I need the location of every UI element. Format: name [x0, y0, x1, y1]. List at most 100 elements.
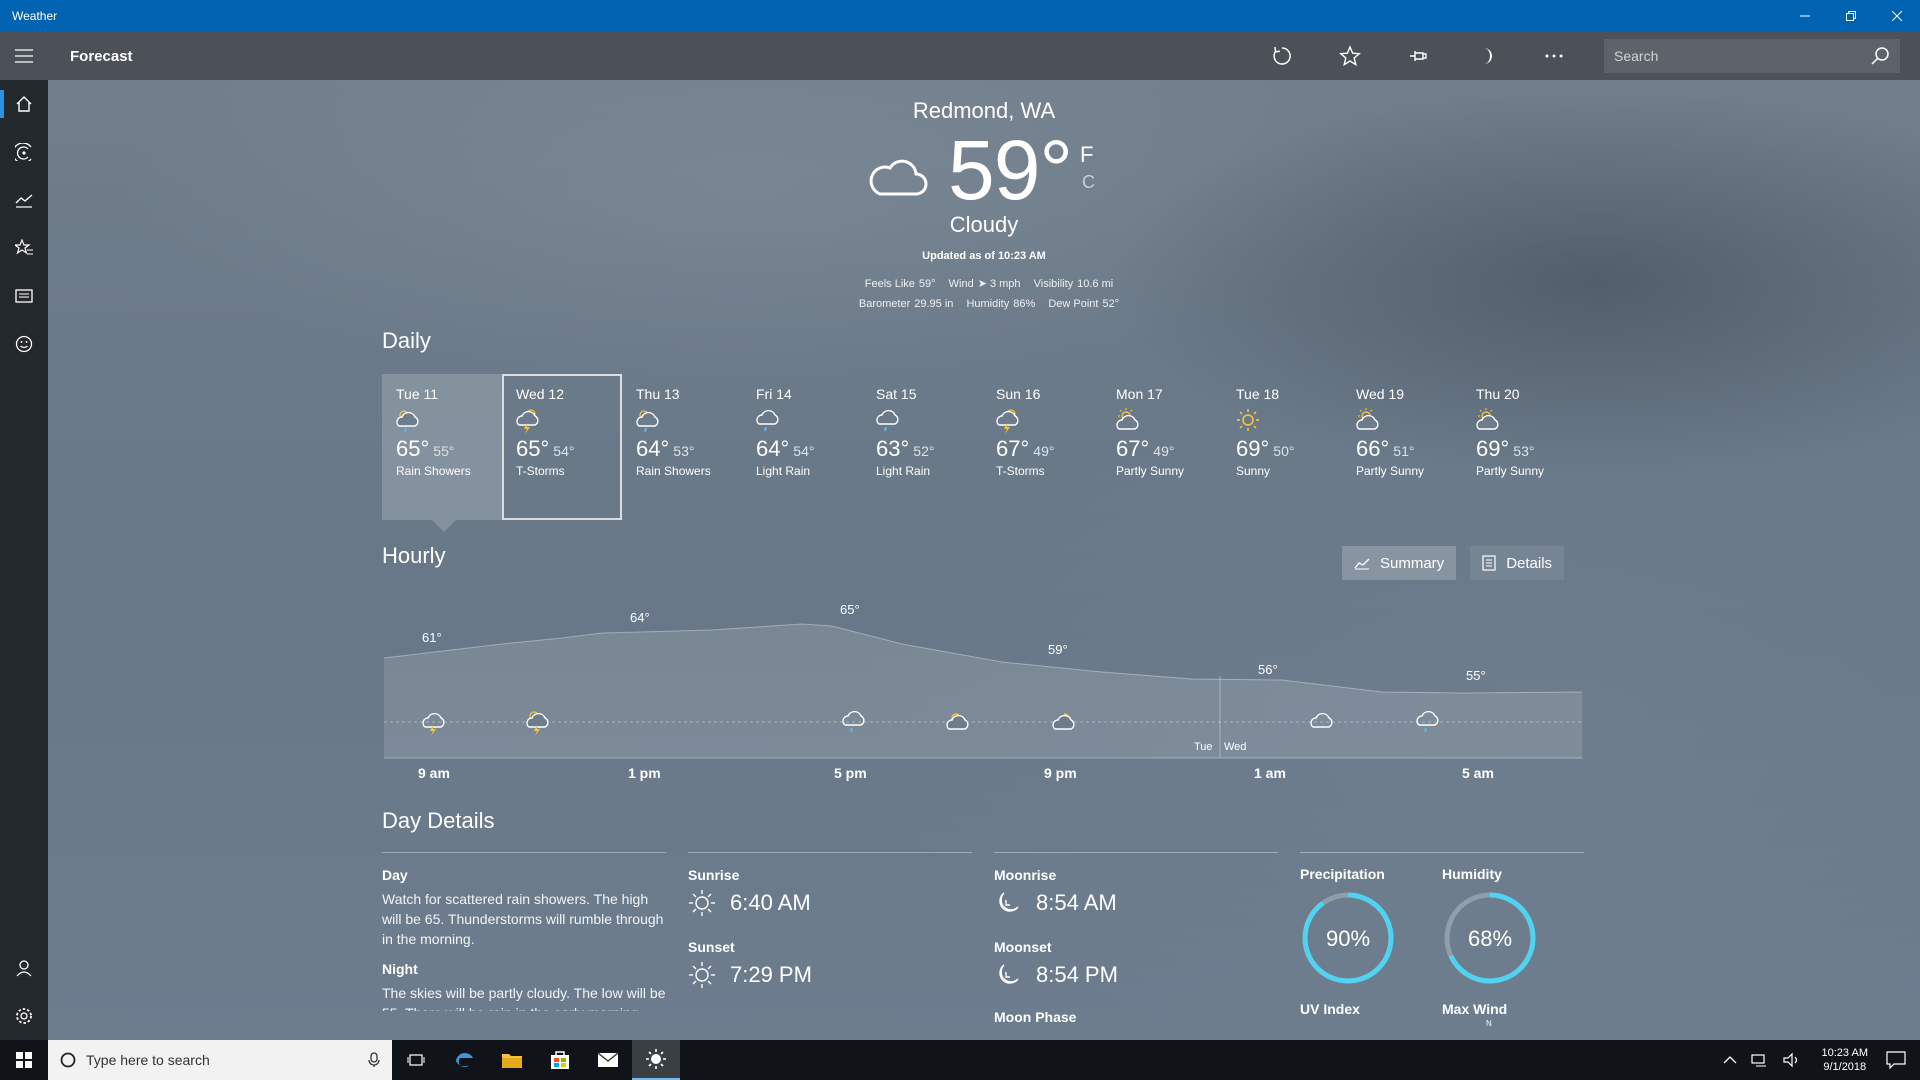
search-box[interactable]: [1604, 39, 1900, 73]
windows-logo-icon: [16, 1052, 32, 1068]
day-card-condition: T-Storms: [996, 464, 1045, 478]
day-card-condition: Sunny: [1236, 464, 1271, 478]
sun-icon: [646, 1049, 666, 1069]
moonrise-icon: [999, 892, 1019, 912]
day-card[interactable]: Sun 16 67° 49° T-Storms: [982, 374, 1102, 520]
unit-fahrenheit[interactable]: F: [1080, 142, 1093, 168]
precipitation-gauge: Precipitation 90% UV Index: [1300, 866, 1440, 1025]
uv-index-label: UV Index: [1300, 1001, 1360, 1017]
night-label: Night: [382, 961, 418, 977]
day-card[interactable]: Mon 17 67° 49° Partly Sunny: [1102, 374, 1222, 520]
day-card-high: 64°: [636, 436, 670, 461]
humidity-value: 86%: [1013, 298, 1036, 310]
current-stats-row-1: Feels Like 59° Wind ➤ 3 mph Visibility 10.6…: [24, 277, 1920, 290]
task-view-button[interactable]: [392, 1040, 440, 1080]
mail-taskbar-button[interactable]: [584, 1040, 632, 1080]
day-card-low: 53°: [673, 443, 695, 459]
rain-showers-icon: [396, 410, 419, 433]
day-card-low: 49°: [1153, 443, 1175, 459]
day-card-name: Wed 12: [516, 386, 564, 402]
moon-phase-label: Moon Phase: [994, 1009, 1077, 1025]
refresh-button[interactable]: [1248, 32, 1316, 80]
unit-celsius[interactable]: C: [1082, 172, 1095, 193]
microphone-icon[interactable]: [368, 1052, 380, 1068]
day-card-high: 64°: [756, 436, 790, 461]
day-card[interactable]: Sat 15 63° 52° Light Rain: [862, 374, 982, 520]
details-tab-label: Details: [1506, 554, 1553, 572]
volume-icon[interactable]: [1782, 1052, 1802, 1068]
day-card[interactable]: Wed 12 65° 54° T-Storms: [502, 374, 622, 520]
day-card-high: 66°: [1356, 436, 1390, 461]
dew-point-value: 52°: [1102, 298, 1120, 310]
refresh-icon: [1273, 46, 1291, 65]
day-card[interactable]: Fri 14 64° 54° Light Rain: [742, 374, 862, 520]
day-card[interactable]: Wed 19 66° 51° Partly Sunny: [1342, 374, 1462, 520]
taskbar-search-box[interactable]: Type here to search: [48, 1040, 392, 1080]
day-card-low: 54°: [793, 443, 815, 459]
wind-value: ➤ 3 mph: [977, 278, 1021, 290]
clock-date: 9/1/2018: [1823, 1061, 1867, 1073]
day-card[interactable]: Tue 11 65° 55° Rain Showers: [382, 374, 502, 532]
search-icon[interactable]: [1870, 46, 1890, 66]
file-explorer-taskbar-button[interactable]: [488, 1040, 536, 1080]
day-card-low: 53°: [1513, 443, 1535, 459]
day-card-temps: 69° 50°: [1236, 436, 1328, 462]
nav-feedback[interactable]: [0, 320, 48, 368]
sunset-icon: [689, 962, 715, 988]
day-card-temps: 69° 53°: [1476, 436, 1568, 462]
day-card[interactable]: Tue 18 69° 50° Sunny: [1222, 374, 1342, 520]
nav-settings[interactable]: [0, 992, 48, 1040]
hourly-temp-label: 64°: [630, 610, 650, 625]
close-button[interactable]: [1874, 0, 1920, 32]
nav-account[interactable]: [0, 944, 48, 992]
details-tab[interactable]: Details: [1470, 546, 1565, 580]
dew-point-label: Dew Point: [1048, 298, 1099, 310]
minimize-button[interactable]: [1782, 0, 1828, 32]
taskbar-clock[interactable]: 10:23 AM 9/1/2018: [1822, 1046, 1868, 1074]
radar-icon: [15, 143, 32, 161]
nav-home[interactable]: [0, 80, 48, 128]
chevron-up-icon[interactable]: [1722, 1054, 1738, 1066]
precipitation-label: Precipitation: [1300, 866, 1385, 882]
start-button[interactable]: [0, 1040, 48, 1080]
t-storms-icon: [516, 409, 539, 434]
favorite-button[interactable]: [1316, 32, 1384, 80]
day-card-high: 63°: [876, 436, 910, 461]
daily-forecast-strip: Tue 11 65° 55° Rain Showers Wed 12 65° 54° T-St…: [382, 374, 1582, 532]
day-card-condition: Light Rain: [876, 464, 931, 478]
summary-tab[interactable]: Summary: [1342, 546, 1457, 580]
day-card-name: Tue 18: [1236, 386, 1280, 402]
weather-taskbar-button[interactable]: [632, 1040, 680, 1080]
hourly-time-label: 9 am: [418, 765, 450, 781]
night-text: The skies will be partly cloudy. The low…: [382, 985, 666, 1011]
moonset-time: 8:54 PM: [1036, 962, 1118, 987]
day-card-name: Sat 15: [876, 386, 917, 402]
day-card[interactable]: Thu 13 64° 53° Rain Showers: [622, 374, 742, 520]
max-wind-label: Max Wind: [1442, 1001, 1508, 1017]
theme-button[interactable]: [1452, 32, 1520, 80]
pin-button[interactable]: [1384, 32, 1452, 80]
feels-like-value: 59°: [918, 278, 936, 290]
day-night-summary: Day Watch for scattered rain showers. Th…: [382, 852, 666, 1011]
list-icon: [1482, 555, 1496, 571]
network-icon[interactable]: [1750, 1052, 1770, 1068]
moonrise-row: 8:54 AM: [994, 889, 1278, 917]
partly-sunny-icon: [1116, 408, 1139, 430]
humidity-gauge-label: Humidity: [1442, 866, 1502, 882]
mail-icon: [597, 1052, 619, 1067]
day-card[interactable]: Thu 20 69° 53° Partly Sunny: [1462, 374, 1582, 520]
hamburger-menu-button[interactable]: [0, 32, 48, 80]
day-card-temps: 65° 54°: [516, 436, 608, 462]
more-options-button[interactable]: [1520, 32, 1588, 80]
day-card-low: 51°: [1393, 443, 1415, 459]
edge-taskbar-button[interactable]: [440, 1040, 488, 1080]
gear-icon: [16, 1008, 32, 1024]
day-card-condition: Partly Sunny: [1356, 464, 1425, 478]
nav-maps[interactable]: [0, 128, 48, 176]
hourly-time-label: 5 am: [1462, 765, 1494, 781]
hourly-temperature-area: [384, 624, 1582, 758]
action-center-icon[interactable]: [1886, 1051, 1906, 1069]
store-taskbar-button[interactable]: [536, 1040, 584, 1080]
search-input[interactable]: [1614, 48, 1870, 64]
restore-button[interactable]: [1828, 0, 1874, 32]
